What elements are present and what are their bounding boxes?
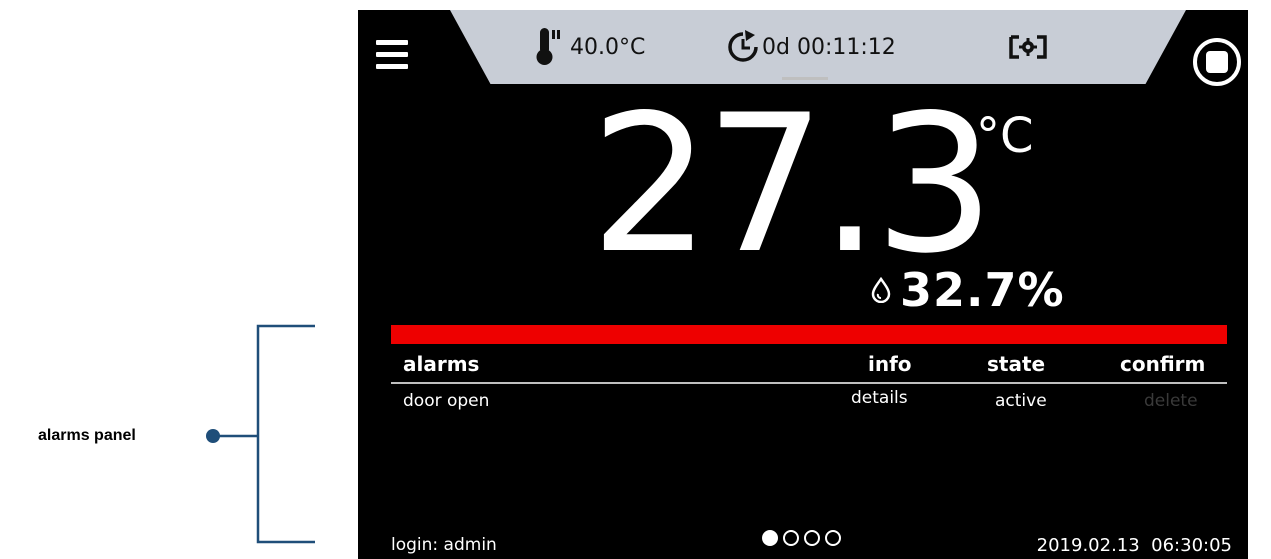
menu-button[interactable] — [376, 40, 410, 74]
annotation-label: alarms panel — [38, 427, 136, 444]
date-time: 2019.02.13 06:30:05 — [1036, 535, 1232, 556]
state-column-header: state — [987, 352, 1046, 376]
page-dot-1[interactable] — [762, 530, 778, 546]
page-dot-3[interactable] — [804, 530, 820, 546]
humidity-readout: 32.7% — [870, 263, 1065, 317]
details-link[interactable]: details — [851, 388, 908, 408]
page-indicator — [762, 530, 841, 546]
camera-settings[interactable] — [1008, 10, 1048, 84]
alarms-header: alarms info state confirm — [391, 350, 1227, 384]
alarm-row: door open details active delete — [391, 384, 1227, 418]
status-bar: 40.0°C 0d 00:11:12 — [450, 10, 1186, 84]
chamber-temperature: 27.3 — [590, 74, 995, 295]
alarm-state: active — [995, 391, 1047, 411]
alarms-panel: alarms info state confirm door open deta… — [391, 350, 1227, 480]
setpoint-temperature[interactable]: 40.0°C — [536, 10, 645, 84]
device-screen: 40.0°C 0d 00:11:12 27.3 °C 32.7% alarms … — [358, 10, 1248, 559]
camera-settings-icon — [1009, 35, 1047, 59]
confirm-column-header: confirm — [1120, 352, 1206, 376]
delete-button[interactable]: delete — [1144, 391, 1198, 411]
humidity-value: 32.7% — [900, 263, 1065, 317]
thermometer-icon — [536, 28, 560, 65]
clock-icon — [728, 30, 758, 62]
process-timer[interactable]: 0d 00:11:12 — [726, 10, 896, 84]
alarm-status-bar — [391, 325, 1227, 344]
alarms-column-header: alarms — [403, 352, 480, 376]
page-dot-4[interactable] — [825, 530, 841, 546]
info-column-header: info — [868, 352, 912, 376]
water-drop-icon — [871, 277, 891, 303]
annotation-bracket — [206, 324, 315, 544]
login-status[interactable]: login: admin — [391, 535, 497, 555]
temperature-unit: °C — [976, 108, 1034, 164]
stop-button[interactable] — [1192, 37, 1242, 87]
alarm-name: door open — [403, 391, 490, 411]
page-dot-2[interactable] — [783, 530, 799, 546]
